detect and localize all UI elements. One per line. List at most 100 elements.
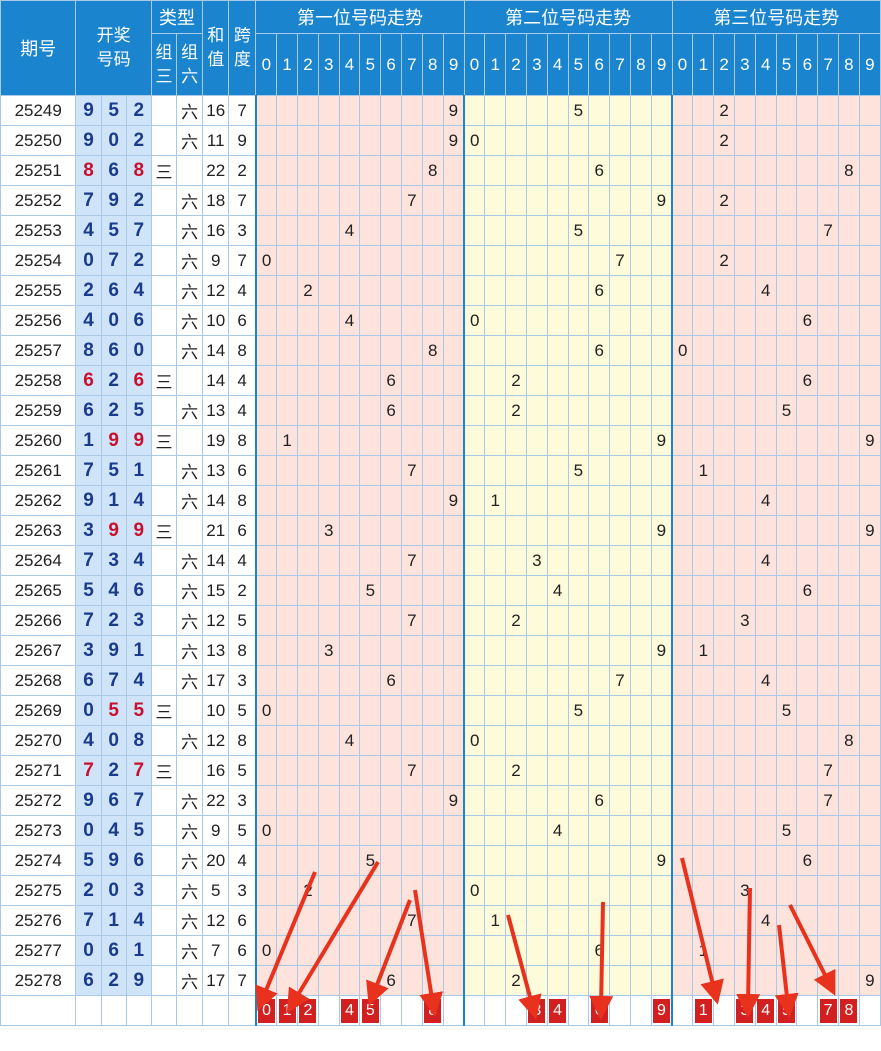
trend-cell — [796, 965, 819, 996]
trend-cell — [317, 185, 340, 216]
draw-digit: 3 — [100, 545, 127, 576]
trend-cell — [442, 635, 465, 666]
trend-cell — [317, 455, 340, 486]
trend-cell — [484, 185, 507, 216]
span-cell: 8 — [228, 485, 257, 516]
trend-cell — [567, 935, 590, 966]
trend-cell — [317, 125, 340, 156]
draw-digit: 7 — [100, 245, 127, 276]
trend-cell — [858, 695, 881, 726]
trend-cell — [588, 545, 611, 576]
trend-cell — [817, 425, 839, 456]
draw-row: 25277 0 6 1 六 7 6 0 6 1 — [0, 935, 881, 966]
trend-cell — [317, 875, 340, 906]
prediction-blank-cell — [100, 995, 127, 1026]
pos1-digit-header: 4 — [338, 33, 361, 96]
trend-cell — [754, 515, 777, 546]
trend-cell — [775, 785, 798, 816]
issue-cell: 25277 — [0, 935, 77, 966]
trend-cell — [817, 275, 839, 306]
trend-cell — [754, 845, 777, 876]
pos2-empty-cell — [505, 995, 527, 1026]
trend-cell — [817, 845, 839, 876]
trend-cell — [380, 635, 403, 666]
trend-cell — [650, 335, 673, 366]
trend-hit: 8 — [421, 335, 444, 366]
trend-cell — [629, 215, 652, 246]
trend-cell — [338, 755, 361, 786]
trend-cell — [650, 785, 673, 816]
draw-digit: 6 — [75, 365, 102, 396]
pos1-digit-header: 0 — [255, 33, 278, 96]
trend-cell — [463, 335, 486, 366]
trend-cell — [338, 695, 361, 726]
trend-hit: 9 — [858, 515, 881, 546]
trend-cell — [546, 725, 569, 756]
span-cell: 7 — [228, 185, 257, 216]
pos1-pick: 5 — [361, 998, 379, 1023]
trend-hit: 6 — [380, 395, 403, 426]
trend-cell — [276, 365, 299, 396]
trend-cell — [359, 485, 382, 516]
trend-cell — [796, 275, 819, 306]
sum-cell: 5 — [202, 875, 230, 906]
issue-cell: 25256 — [0, 305, 77, 336]
type-z3-cell — [150, 335, 178, 366]
trend-cell — [713, 275, 736, 306]
trend-cell — [505, 875, 527, 906]
trend-cell — [359, 695, 382, 726]
trend-cell — [317, 215, 340, 246]
trend-hit: 9 — [650, 635, 673, 666]
trend-cell — [254, 875, 278, 906]
trend-cell — [546, 365, 569, 396]
trend-cell — [775, 275, 798, 306]
trend-cell — [463, 245, 486, 276]
trend-cell — [254, 215, 278, 246]
draw-row: 25252 7 9 2 六 18 7 7 9 2 — [0, 185, 881, 216]
draw-digit: 4 — [125, 665, 152, 696]
trend-cell — [671, 815, 694, 846]
draw-digit: 3 — [75, 515, 102, 546]
trend-hit: 4 — [754, 485, 777, 516]
type-z3-cell — [150, 965, 178, 996]
draw-digit: 3 — [75, 635, 102, 666]
trend-cell — [380, 305, 403, 336]
trend-cell — [338, 785, 361, 816]
trend-cell — [775, 935, 798, 966]
trend-cell — [276, 185, 299, 216]
draw-digit: 7 — [75, 545, 102, 576]
trend-cell — [692, 875, 715, 906]
trend-cell — [588, 245, 611, 276]
trend-hit: 9 — [858, 425, 881, 456]
trend-hit: 5 — [567, 215, 590, 246]
pos3-empty-cell — [858, 995, 881, 1026]
trend-cell — [629, 785, 652, 816]
trend-cell — [442, 185, 465, 216]
draw-row: 25267 3 9 1 六 13 8 3 9 1 — [0, 635, 881, 666]
trend-cell — [650, 305, 673, 336]
trend-cell — [588, 635, 611, 666]
issue-cell: 25270 — [0, 725, 77, 756]
trend-cell — [546, 125, 569, 156]
trend-cell — [671, 275, 694, 306]
type-z3-label: 组三 — [155, 42, 173, 86]
trend-cell — [317, 905, 340, 936]
draw-digit: 5 — [100, 215, 127, 246]
trend-hit: 6 — [796, 365, 819, 396]
trend-cell — [442, 395, 465, 426]
trend-cell — [775, 635, 798, 666]
trend-cell — [588, 905, 611, 936]
trend-hit: 6 — [380, 365, 403, 396]
draw-digit: 6 — [100, 275, 127, 306]
trend-cell — [754, 965, 777, 996]
trend-cell — [505, 95, 527, 126]
trend-cell — [525, 695, 548, 726]
trend-cell — [629, 815, 652, 846]
trend-hit: 5 — [775, 815, 798, 846]
trend-cell — [692, 515, 715, 546]
trend-cell — [713, 455, 736, 486]
trend-cell — [380, 95, 403, 126]
trend-cell — [401, 875, 423, 906]
trend-cell — [796, 485, 819, 516]
trend-cell — [734, 395, 756, 426]
